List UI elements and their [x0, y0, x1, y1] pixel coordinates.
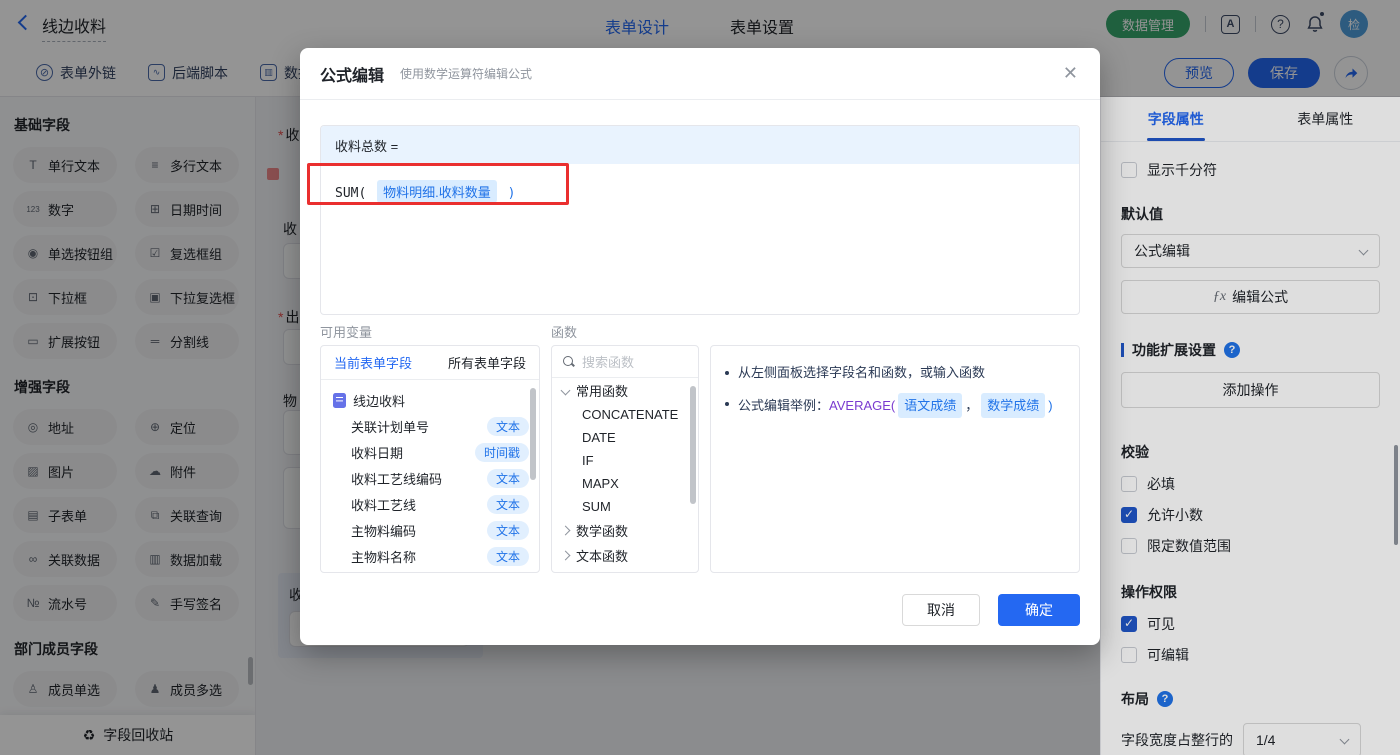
modal-subtitle: 使用数学运算符编辑公式 [400, 67, 533, 81]
function-group-text[interactable]: 文本函数 [552, 543, 698, 568]
formula-editor-modal: 公式编辑 使用数学运算符编辑公式 ✕ 收料总数 = SUM( 物料明细.收料数量… [300, 48, 1100, 645]
tab-all-form-fields[interactable]: 所有表单字段 [448, 353, 526, 372]
tip-line: 从左侧面板选择字段名和函数，或输入函数 [725, 362, 1065, 383]
modal-header: 公式编辑 使用数学运算符编辑公式 ✕ [300, 48, 1100, 100]
list-item[interactable]: 主物料编码 文本 [321, 517, 539, 543]
function-group-common[interactable]: 常用函数 [552, 378, 698, 403]
comma: ， [965, 398, 979, 413]
tip-text: 公式编辑举例：AVERAGE(语文成绩，数学成绩) [738, 393, 1053, 418]
field-name: 主物料名称 [351, 549, 417, 565]
group-label: 文本函数 [576, 549, 629, 564]
list-item[interactable]: 收料工艺线 文本 [321, 491, 539, 517]
field-chip: 语文成绩 [898, 393, 963, 418]
chevron-right-icon [560, 550, 571, 561]
formula-input-box[interactable]: 收料总数 = SUM( 物料明细.收料数量 ) [320, 125, 1080, 315]
example-close-paren: ) [1048, 398, 1053, 413]
modal-overlay [1100, 0, 1400, 97]
variables-panel: 当前表单字段 所有表单字段 线边收料 关联计划单号 文本 收料日期 时间戳 收料工艺… [320, 345, 540, 573]
list-item[interactable]: 收料日期 时间戳 [321, 439, 539, 465]
list-item[interactable]: 主物料名称 文本 [321, 543, 539, 569]
function-item[interactable]: IF [552, 449, 698, 472]
field-name: 关联计划单号 [351, 419, 430, 435]
function-search[interactable]: 搜索函数 [552, 346, 698, 378]
group-label: 常用函数 [576, 384, 629, 399]
example-prefix: 公式编辑举例： [738, 398, 830, 413]
tree-root[interactable]: 线边收料 [321, 387, 539, 413]
app-root: 线边收料 表单设计 表单设置 数据管理 A ? 检 ⊘ 表单外链 ∿ 后端脚本 [0, 0, 1400, 755]
variables-tabs: 当前表单字段 所有表单字段 [321, 346, 539, 380]
formula-target: 收料总数 = [321, 126, 1079, 164]
function-item[interactable]: SUM [552, 495, 698, 518]
search-placeholder: 搜索函数 [582, 355, 635, 370]
function-group-math[interactable]: 数学函数 [552, 518, 698, 543]
type-badge: 文本 [486, 468, 529, 488]
list-item-partial[interactable] [321, 569, 539, 572]
example-function: AVERAGE( [829, 398, 896, 413]
field-name: 主物料编码 [351, 523, 417, 539]
tip-text: 从左侧面板选择字段名和函数，或输入函数 [738, 365, 986, 380]
list-item[interactable]: 收料工艺线编码 文本 [321, 465, 539, 491]
type-badge: 时间戳 [474, 442, 529, 462]
modal-overlay-light [1100, 97, 1400, 755]
function-item[interactable]: DATE [552, 426, 698, 449]
field-chip: 数学成绩 [981, 393, 1046, 418]
close-icon[interactable]: ✕ [1063, 64, 1078, 82]
list-item[interactable]: 关联计划单号 文本 [321, 413, 539, 439]
tab-current-form-fields[interactable]: 当前表单字段 [334, 353, 412, 372]
variables-tree: 线边收料 关联计划单号 文本 收料日期 时间戳 收料工艺线编码 文本 收料工艺线 文本 … [321, 380, 539, 572]
tree-root-label: 线边收料 [353, 393, 406, 409]
chevron-down-icon [560, 385, 571, 396]
field-name: 收料工艺线编码 [351, 471, 443, 487]
tips-panel: 从左侧面板选择字段名和函数，或输入函数 公式编辑举例：AVERAGE(语文成绩，… [710, 345, 1080, 573]
tip-line-example: 公式编辑举例：AVERAGE(语文成绩，数学成绩) [725, 393, 1065, 418]
functions-scrollbar[interactable] [690, 386, 696, 504]
variables-label: 可用变量 [320, 325, 373, 340]
field-name: 收料日期 [351, 445, 404, 461]
type-badge: 文本 [486, 546, 529, 566]
functions-panel: 搜索函数 常用函数 CONCATENATE DATE IF MAPX SUM 数… [551, 345, 699, 573]
type-badge: 文本 [486, 494, 529, 514]
modal-title: 公式编辑 [320, 67, 385, 85]
function-item[interactable]: CONCATENATE [552, 403, 698, 426]
function-item[interactable]: MAPX [552, 472, 698, 495]
chevron-right-icon [560, 525, 571, 536]
variables-scrollbar[interactable] [530, 388, 536, 480]
bullet [725, 371, 729, 375]
cancel-button[interactable]: 取消 [902, 594, 980, 626]
bullet [725, 402, 729, 406]
group-label: 数学函数 [576, 524, 629, 539]
annotation-highlight-box [307, 163, 569, 205]
type-badge: 文本 [486, 416, 529, 436]
field-name: 收料工艺线 [351, 497, 417, 513]
type-badge: 文本 [486, 520, 529, 540]
form-doc-icon [333, 392, 346, 408]
confirm-button[interactable]: 确定 [998, 594, 1080, 626]
functions-label: 函数 [551, 325, 578, 340]
search-icon [563, 355, 575, 368]
